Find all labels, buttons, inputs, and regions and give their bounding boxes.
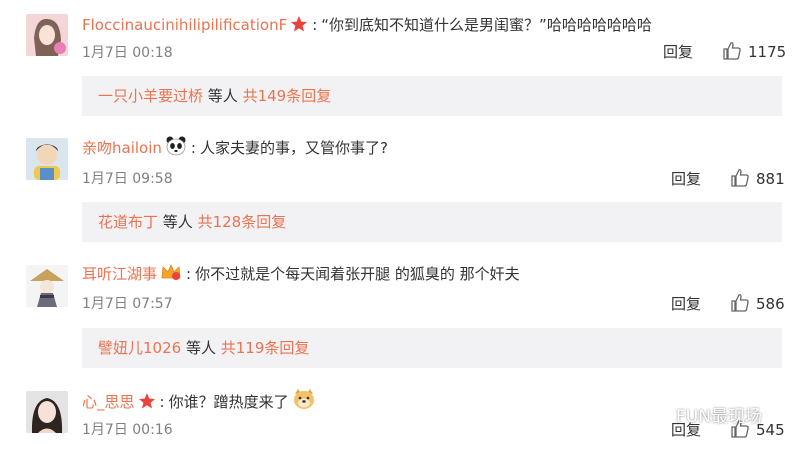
- star-badge-icon: [138, 392, 156, 416]
- thumbs-up-icon: [731, 294, 749, 312]
- like-button[interactable]: 586: [730, 293, 785, 313]
- doge-emoji-icon: [292, 388, 316, 416]
- view-replies-link[interactable]: 共149条回复: [243, 87, 332, 105]
- thumbs-up-icon: [731, 169, 749, 187]
- username-link[interactable]: 心_思思: [82, 393, 135, 411]
- comment-time: 1月7日 00:16: [82, 422, 173, 438]
- username-link[interactable]: 耳听江湖事: [82, 265, 157, 283]
- avatar[interactable]: [26, 391, 68, 433]
- like-button[interactable]: 1175: [722, 41, 786, 61]
- sub-replies-box[interactable]: 譬妞儿1026 等人 共119条回复: [82, 328, 782, 368]
- sub-replies-box[interactable]: 花道布丁 等人 共128条回复: [82, 202, 782, 242]
- like-count: 1175: [748, 43, 787, 61]
- like-count: 586: [756, 295, 785, 313]
- view-replies-link[interactable]: 共128条回复: [198, 213, 287, 231]
- like-button[interactable]: 881: [730, 168, 785, 188]
- sub-reply-user[interactable]: 譬妞儿1026: [98, 339, 181, 357]
- sub-reply-user[interactable]: 花道布丁: [98, 213, 158, 231]
- comment-text: 你谁？蹭热度来了: [168, 393, 289, 411]
- reply-button[interactable]: 回复: [663, 41, 693, 62]
- avatar[interactable]: [26, 265, 68, 307]
- comment-text: 人家夫妻的事，又管你事了?: [199, 139, 388, 157]
- comment-text: 你不过就是个每天闻着张开腿 的狐臭的 那个奸夫: [195, 265, 520, 283]
- comment-time: 1月7日 00:18: [82, 45, 173, 61]
- avatar[interactable]: [26, 14, 68, 56]
- reply-button[interactable]: 回复: [671, 168, 701, 189]
- sub-reply-suffix: 等人: [162, 213, 193, 231]
- like-count: 881: [756, 170, 785, 188]
- watermark-text: FUN最现场: [676, 407, 762, 427]
- avatar[interactable]: [26, 138, 68, 180]
- username-link[interactable]: 亲吻hailoin: [82, 139, 162, 157]
- crown-badge-icon: [160, 262, 182, 288]
- comment-time: 1月7日 07:57: [82, 296, 173, 312]
- sub-reply-user[interactable]: 一只小羊要过桥: [98, 87, 203, 105]
- panda-badge-icon: [165, 136, 187, 162]
- wechat-icon: [640, 405, 669, 427]
- username-link[interactable]: FloccinaucinihilipilificationF: [82, 16, 287, 34]
- comment-time: 1月7日 09:58: [82, 171, 173, 187]
- reply-button[interactable]: 回复: [671, 293, 701, 314]
- thumbs-up-icon: [723, 42, 741, 60]
- watermark: FUN最现场: [640, 402, 762, 432]
- comment-text: “你到底知不知道什么是男闺蜜？”哈哈哈哈哈哈哈: [321, 16, 652, 34]
- star-badge-icon: [290, 15, 308, 39]
- sub-reply-suffix: 等人: [207, 87, 238, 105]
- sub-reply-suffix: 等人: [185, 339, 216, 357]
- sub-replies-box[interactable]: 一只小羊要过桥 等人 共149条回复: [82, 76, 782, 116]
- view-replies-link[interactable]: 共119条回复: [221, 339, 310, 357]
